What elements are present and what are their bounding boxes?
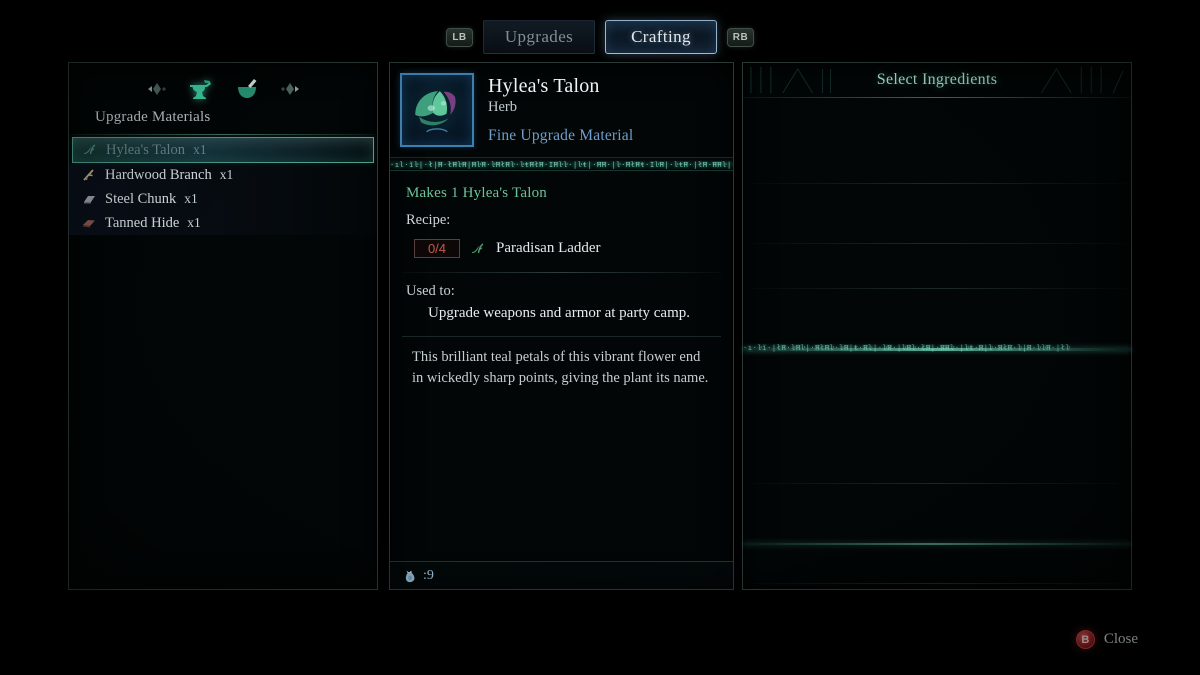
right-arrow-diamond-icon[interactable] bbox=[279, 81, 301, 97]
mortar-pestle-icon[interactable] bbox=[232, 75, 262, 103]
list-item-qty: x1 bbox=[193, 142, 207, 157]
list-item-label: Hylea's Talon bbox=[106, 141, 186, 158]
select-ingredients-panel: Select Ingredients ·ı·ŀĭ·|łĦ·ŀĦŀ|·ĦłĦŀ·ŀ… bbox=[742, 62, 1132, 590]
tab-upgrades[interactable]: Upgrades bbox=[483, 20, 595, 54]
recipe-label: Recipe: bbox=[406, 212, 451, 228]
rune-divider: ·ıl·ĭŀ|·ł|Ħ·łĦŀĦ|ĦŀĦ·ŀĦłĦŀ·ŀŧĦłĦ·ĬĦŀŀ·|ŀ… bbox=[390, 157, 733, 171]
branch-icon bbox=[81, 167, 97, 183]
panel-faint-line bbox=[751, 183, 1125, 184]
select-ingredients-header: Select Ingredients bbox=[743, 63, 1131, 97]
rune-glyphs: ·ı·ŀĭ·|łĦ·ŀĦŀ|·ĦłĦŀ·ŀĦ|ŧ·Ħŀ|·ŀĦ·|ŀĦŀ·łĦ|… bbox=[743, 344, 1071, 352]
list-item-qty: x1 bbox=[184, 191, 198, 206]
category-selector bbox=[69, 71, 377, 107]
item-grade: Fine Upgrade Material bbox=[488, 127, 634, 144]
left-bumper-icon: LB bbox=[446, 27, 473, 47]
currency-value: :9 bbox=[423, 567, 434, 583]
list-item-tanned-hide[interactable]: Tanned Hide x1 bbox=[69, 211, 377, 235]
list-item-label: Tanned Hide bbox=[105, 214, 180, 231]
item-name: Hylea's Talon bbox=[488, 75, 600, 97]
hide-icon bbox=[81, 215, 97, 231]
used-to-label: Used to: bbox=[406, 283, 455, 299]
category-title: Upgrade Materials bbox=[95, 109, 211, 125]
item-header: Hylea's Talon Herb Fine Upgrade Material bbox=[390, 63, 733, 147]
close-label[interactable]: Close bbox=[1104, 631, 1138, 648]
list-item-label: Hardwood Branch bbox=[105, 166, 212, 183]
rune-glyphs: ·ıl·ĭŀ|·ł|Ħ·łĦŀĦ|ĦŀĦ·ŀĦłĦŀ·ŀŧĦłĦ·ĬĦŀŀ·|ŀ… bbox=[390, 161, 733, 169]
item-description: This brilliant teal petals of this vibra… bbox=[402, 336, 721, 401]
item-title-block: Hylea's Talon Herb Fine Upgrade Material bbox=[488, 73, 633, 147]
recipe-ingredient-row[interactable]: 0/4 Paradisan Ladder bbox=[390, 229, 733, 258]
hyleas-talon-flower-icon bbox=[400, 73, 474, 147]
panel-divider-lower bbox=[743, 543, 1131, 545]
list-item-hardwood-branch[interactable]: Hardwood Branch x1 bbox=[69, 163, 377, 187]
upgrade-materials-panel: Upgrade Materials Hylea's Talon x1 Hardw… bbox=[68, 62, 378, 590]
list-item-hyleas-talon[interactable]: Hylea's Talon x1 bbox=[72, 137, 374, 163]
tab-crafting[interactable]: Crafting bbox=[605, 20, 717, 54]
panel-faint-line bbox=[751, 243, 1125, 244]
right-bumper-icon: RB bbox=[727, 27, 754, 47]
item-type: Herb bbox=[488, 99, 517, 115]
b-button-icon[interactable]: B bbox=[1075, 630, 1095, 649]
materials-list: Hylea's Talon x1 Hardwood Branch x1 Stee… bbox=[69, 135, 377, 235]
header-underline bbox=[743, 97, 1131, 98]
list-item-qty: x1 bbox=[219, 167, 234, 182]
left-arrow-diamond-icon[interactable] bbox=[146, 81, 168, 97]
list-item-qty: x1 bbox=[187, 215, 201, 230]
anvil-icon[interactable] bbox=[185, 75, 215, 103]
currency-bar: :9 bbox=[390, 561, 733, 589]
ingredient-name: Paradisan Ladder bbox=[496, 240, 601, 256]
panel-faint-line bbox=[751, 288, 1125, 289]
herb-icon bbox=[82, 142, 98, 158]
panel-faint-line bbox=[751, 583, 1125, 584]
used-to-value: Upgrade weapons and armor at party camp. bbox=[428, 305, 690, 321]
list-item-label: Steel Chunk bbox=[105, 190, 177, 207]
footer-actions: B Close bbox=[1075, 630, 1138, 649]
list-item-steel-chunk[interactable]: Steel Chunk x1 bbox=[69, 187, 377, 211]
herb-icon bbox=[470, 241, 486, 257]
panel-faint-line bbox=[751, 483, 1125, 484]
ingredient-count: 0/4 bbox=[414, 239, 460, 258]
select-ingredients-title: Select Ingredients bbox=[876, 71, 998, 88]
top-tab-bar: LB Upgrades Crafting RB bbox=[0, 18, 1200, 56]
coin-pouch-icon bbox=[402, 568, 418, 584]
makes-line: Makes 1 Hylea's Talon bbox=[406, 185, 547, 201]
item-detail-panel: Hylea's Talon Herb Fine Upgrade Material… bbox=[389, 62, 734, 590]
ingot-icon bbox=[81, 191, 97, 207]
